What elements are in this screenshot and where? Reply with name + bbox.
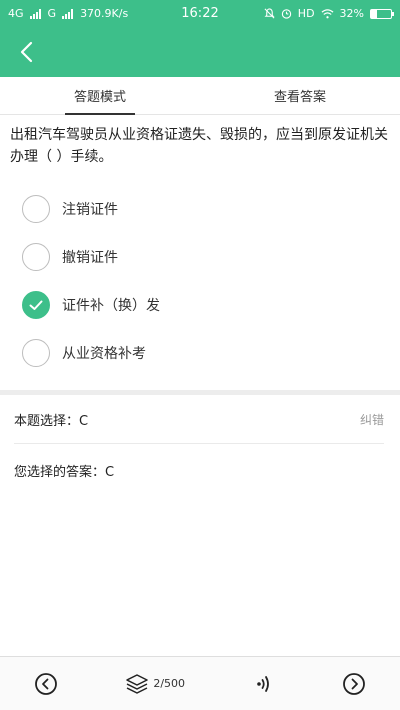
tab-answer-mode[interactable]: 答题模式 bbox=[0, 77, 200, 114]
mode-tabs: 答题模式 查看答案 bbox=[0, 77, 400, 115]
checkmark-icon bbox=[29, 300, 43, 310]
hd-label: HD bbox=[297, 7, 315, 20]
question-text: 出租汽车驾驶员从业资格证遗失、毁损的，应当到原发证机关办理（ ）手续。 bbox=[10, 127, 388, 165]
signal-icon-2 bbox=[62, 8, 74, 19]
sound-wave-icon bbox=[256, 675, 269, 692]
signal-icon bbox=[29, 8, 41, 19]
answer-options: 注销证件 撤销证件 证件补（换）发 从业资格补考 bbox=[0, 185, 400, 377]
battery-fill bbox=[371, 9, 378, 18]
radio-unchecked-icon bbox=[22, 339, 50, 367]
mute-icon bbox=[264, 8, 275, 19]
status-right: HD 32% bbox=[264, 7, 394, 20]
radio-unchecked-icon bbox=[22, 195, 50, 223]
option-a[interactable]: 注销证件 bbox=[0, 185, 400, 233]
your-answer-text: 您选择的答案：C bbox=[14, 464, 115, 480]
question-list-button[interactable]: 2/500 bbox=[125, 672, 185, 696]
status-left: 4G G 370.9K/s bbox=[8, 7, 128, 20]
question-selection-row: 本题选择：C 纠错 bbox=[14, 396, 384, 444]
report-error-link[interactable]: 纠错 bbox=[360, 411, 384, 428]
battery-percent: 32% bbox=[339, 7, 364, 20]
audio-button[interactable] bbox=[253, 673, 275, 695]
app-bar bbox=[0, 27, 400, 77]
option-label: 证件补（换）发 bbox=[62, 298, 160, 314]
section-divider bbox=[0, 390, 400, 395]
question-selection-text: 本题选择：C bbox=[14, 414, 89, 429]
page-counter: 2/500 bbox=[153, 677, 186, 690]
network-type: 4G bbox=[8, 7, 24, 20]
network-speed: 370.9K/s bbox=[80, 7, 129, 20]
radio-unchecked-icon bbox=[22, 243, 50, 271]
layers-icon bbox=[126, 673, 149, 694]
option-label: 注销证件 bbox=[62, 202, 118, 218]
prev-button[interactable] bbox=[34, 672, 58, 696]
alarm-icon bbox=[281, 9, 291, 19]
option-c[interactable]: 证件补（换）发 bbox=[0, 281, 400, 329]
option-b[interactable]: 撤销证件 bbox=[0, 233, 400, 281]
status-bar: 4G G 370.9K/s 16:22 HD 32% bbox=[0, 0, 400, 27]
your-answer-row: 您选择的答案：C bbox=[14, 446, 384, 494]
prev-circle-icon bbox=[34, 672, 57, 695]
option-label: 撤销证件 bbox=[62, 250, 118, 266]
next-button[interactable] bbox=[342, 672, 366, 696]
chevron-left-icon bbox=[20, 41, 33, 63]
back-button[interactable] bbox=[8, 33, 44, 71]
wifi-icon bbox=[321, 8, 334, 18]
signal-text: G bbox=[47, 7, 57, 20]
option-d[interactable]: 从业资格补考 bbox=[0, 329, 400, 377]
battery-icon bbox=[370, 8, 394, 19]
tab-view-answer[interactable]: 查看答案 bbox=[200, 77, 400, 114]
tab-label: 答题模式 bbox=[73, 90, 126, 105]
bottom-nav: 2/500 bbox=[0, 656, 400, 710]
tab-label: 查看答案 bbox=[273, 90, 326, 105]
check-circle-icon bbox=[22, 291, 50, 319]
option-label: 从业资格补考 bbox=[62, 346, 146, 362]
next-circle-icon bbox=[343, 672, 366, 695]
